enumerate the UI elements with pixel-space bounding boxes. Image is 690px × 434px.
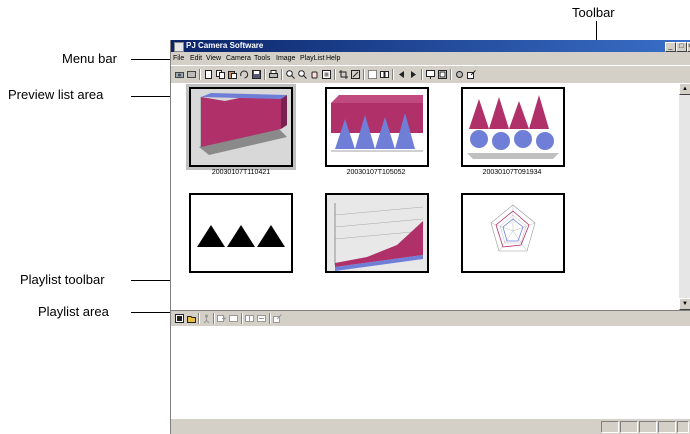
scroll-down-button[interactable]: ▼ [679, 298, 690, 310]
area-chart-icon [327, 195, 427, 271]
thumbnail-5[interactable] [325, 193, 429, 273]
zoom-in-icon[interactable] [286, 70, 295, 79]
menu-view[interactable]: View [206, 53, 221, 64]
app-window: PJ Camera Software _ □ × File Edit View … [170, 40, 690, 434]
menu-file[interactable]: File [173, 53, 184, 64]
radar-chart-icon [463, 195, 563, 271]
thumbnail-2[interactable] [325, 87, 429, 167]
slideshow-icon[interactable] [426, 70, 435, 79]
compare-icon[interactable] [380, 70, 389, 79]
thumbnail-caption: 20030107T091934 [482, 169, 542, 176]
hand-icon[interactable] [310, 70, 319, 79]
toolbar-separator [264, 69, 266, 80]
toolbar-separator [421, 69, 423, 80]
toolbar-separator [281, 69, 283, 80]
3d-cone-chart-icon [463, 89, 563, 165]
menu-help[interactable]: Help [326, 53, 340, 64]
playlist-toolbar-callout-line [131, 280, 172, 281]
prev-icon[interactable] [397, 70, 406, 79]
scroll-up-button[interactable]: ▲ [679, 83, 690, 95]
toolbar-separator [241, 313, 243, 324]
menu-playlist[interactable]: PlayList [300, 53, 325, 64]
status-cell [677, 421, 689, 433]
thumbnail-1[interactable] [189, 87, 293, 167]
print-icon[interactable] [269, 70, 278, 79]
thumbnail-caption: 20030107T105052 [346, 169, 406, 176]
window-title: PJ Camera Software [186, 41, 264, 50]
send-icon[interactable] [273, 314, 282, 323]
menu-tools[interactable]: Tools [254, 53, 270, 64]
copy-icon[interactable] [216, 70, 225, 79]
thumbnail-4[interactable] [189, 193, 293, 273]
toolbar-separator [450, 69, 452, 80]
toolbar-separator [269, 313, 271, 324]
toolbar-callout: Toolbar [572, 5, 615, 20]
fullscreen-icon[interactable] [438, 70, 447, 79]
menu-bar-callout: Menu bar [62, 51, 117, 66]
rotate-icon[interactable] [240, 70, 249, 79]
menu-image[interactable]: Image [276, 53, 295, 64]
minimize-button[interactable]: _ [665, 42, 676, 52]
status-cell [639, 421, 657, 433]
status-cell [620, 421, 638, 433]
3d-area-chart-icon [191, 89, 291, 165]
toolbar-separator [392, 69, 394, 80]
title-bar[interactable]: PJ Camera Software _ □ × [171, 40, 690, 52]
menu-camera[interactable]: Camera [226, 53, 251, 64]
toolbar-separator [363, 69, 365, 80]
zoom-out-icon[interactable] [298, 70, 307, 79]
run-icon[interactable] [202, 314, 211, 323]
add-icon[interactable] [217, 314, 226, 323]
toolbar-separator [198, 313, 200, 324]
playlist-area[interactable] [171, 326, 690, 419]
menu-edit[interactable]: Edit [190, 53, 202, 64]
thumbnail-3[interactable] [461, 87, 565, 167]
preview-scrollbar[interactable]: ▲ ▼ [679, 83, 690, 310]
down-icon[interactable] [257, 314, 266, 323]
up-icon[interactable] [245, 314, 254, 323]
export-icon[interactable] [467, 70, 476, 79]
open-icon[interactable] [175, 314, 184, 323]
cone-chart-icon [327, 89, 427, 165]
menu-bar-callout-line [131, 59, 172, 60]
status-bar [171, 419, 690, 434]
playlist-toolbar [171, 310, 690, 327]
maximize-button[interactable]: □ [676, 42, 687, 52]
toolbar-separator [334, 69, 336, 80]
preview-list-area-callout: Preview list area [8, 87, 104, 102]
new-icon[interactable] [204, 70, 213, 79]
camera-icon[interactable] [175, 70, 184, 79]
main-toolbar [171, 65, 690, 84]
triangles-icon [191, 195, 291, 271]
playlist-area-callout: Playlist area [38, 304, 109, 319]
folder-icon[interactable] [187, 314, 196, 323]
save-icon[interactable] [252, 70, 261, 79]
film-icon[interactable] [187, 70, 196, 79]
next-icon[interactable] [409, 70, 418, 79]
preview-list-area[interactable]: 20030107T110421 20030107T105052 20030107… [171, 83, 679, 310]
status-cell [658, 421, 676, 433]
playlist-toolbar-callout: Playlist toolbar [20, 272, 105, 287]
status-cell [601, 421, 619, 433]
toolbar-separator [213, 313, 215, 324]
settings-icon[interactable] [455, 70, 464, 79]
menu-bar: File Edit View Camera Tools Image PlayLi… [171, 52, 690, 65]
thumbnail-6[interactable] [461, 193, 565, 273]
thumbnail-caption: 20030107T110421 [211, 169, 271, 176]
select-icon[interactable] [368, 70, 377, 79]
remove-icon[interactable] [229, 314, 238, 323]
paste-icon[interactable] [228, 70, 237, 79]
toolbar-separator [199, 69, 201, 80]
resize-icon[interactable] [351, 70, 360, 79]
fit-icon[interactable] [322, 70, 331, 79]
crop-icon[interactable] [339, 70, 348, 79]
app-icon [174, 42, 184, 52]
